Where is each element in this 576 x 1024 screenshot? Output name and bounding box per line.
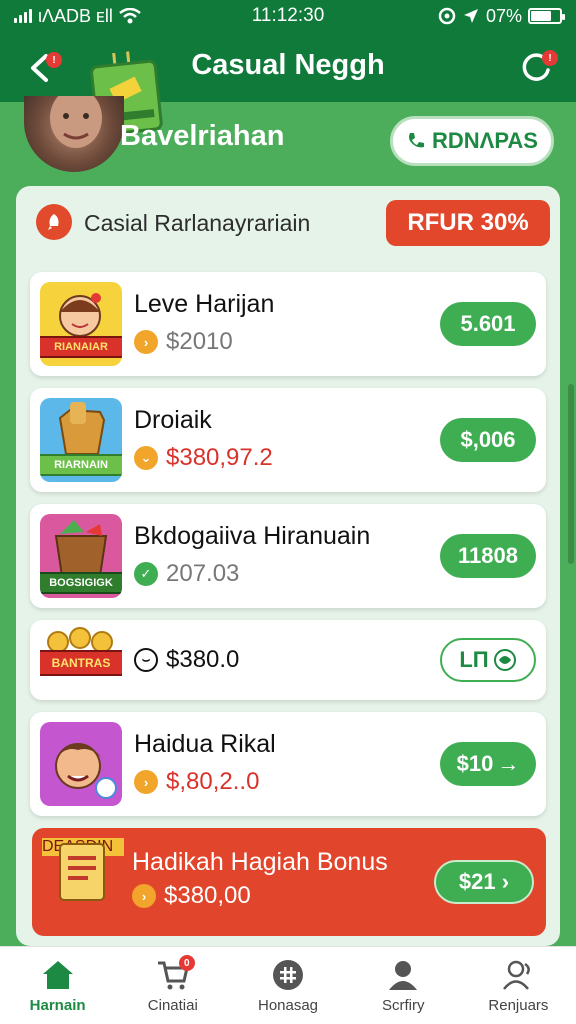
nav-item-home[interactable]: Harnain <box>0 947 115 1024</box>
list-item[interactable]: RIARNAIN Droiaik ⌄ $380,97.2 $,006 <box>30 388 546 492</box>
bonus-card[interactable]: DEASDIN Hadikah Hagiah Bonus › $380,00 $… <box>32 828 546 936</box>
list-item[interactable]: Haidua Rikal › $,80,2..0 $10 → <box>30 712 546 816</box>
nav-label: Cinatiai <box>147 997 198 1014</box>
battery-icon <box>528 8 565 24</box>
nav-label: Honasag <box>257 997 319 1014</box>
bonus-price-row: › $380,00 <box>132 882 251 910</box>
item-price-row: › $2010 <box>134 328 233 356</box>
item-action-button[interactable]: $,006 <box>440 418 536 462</box>
bottom-nav: Harnain 0 Cinatiai Honasag Scrfiry Renju… <box>0 946 576 1024</box>
bonus-action-button[interactable]: $21 › <box>434 860 534 904</box>
app-title: Casual Neggh <box>191 49 385 81</box>
status-bar: ιΛADB ᴇll 11:12:30 07% <box>0 0 576 32</box>
nav-item-cart[interactable]: 0 Cinatiai <box>115 947 230 1024</box>
item-action-label: LΠ <box>459 647 489 672</box>
item-thumbnail: BOGSIGIGK <box>40 514 122 598</box>
item-action-button[interactable]: 11808 <box>440 534 536 578</box>
profile-pill-button[interactable]: RDNΛPAS <box>390 116 554 166</box>
thumb-label: RIARNAIN <box>40 454 122 476</box>
location-icon <box>463 9 478 23</box>
coin-icon: › <box>132 884 156 908</box>
item-thumbnail: BANTRAS <box>40 624 122 696</box>
globe-icon <box>493 649 516 671</box>
panel-header: Casial Rarlanayrariain RFUR 30% <box>16 186 560 258</box>
phone-icon <box>409 133 425 148</box>
cart-icon: 0 <box>155 955 195 993</box>
scrollbar[interactable] <box>568 384 574 564</box>
item-price: $2010 <box>166 328 233 355</box>
chevron-right-icon: › <box>495 869 510 894</box>
item-price-row: ⌄ $380,97.2 <box>134 444 273 472</box>
coin-icon: › <box>134 330 158 354</box>
bonus-title: Hadikah Hagiah Bonus <box>132 848 388 876</box>
signal-icon <box>14 9 32 23</box>
item-price: $380,97.2 <box>166 444 273 471</box>
thumb-label: BOGSIGIGK <box>40 572 122 594</box>
item-price: 207.03 <box>166 560 240 587</box>
nav-label: Renjuars <box>488 997 549 1014</box>
thumb-label: BANTRAS <box>40 650 122 676</box>
panel-header-label: Casial Rarlanayrariain <box>84 210 311 236</box>
boy-face-icon <box>55 743 117 799</box>
clock-face-icon: ⌣ <box>134 648 158 672</box>
refresh-badge: ! <box>542 50 558 66</box>
check-icon: ✓ <box>134 562 158 586</box>
nav-item-grid[interactable]: Honasag <box>230 947 345 1024</box>
coin-icon: › <box>134 770 158 794</box>
item-price: $380.0 <box>166 646 240 673</box>
bonus-action-label: $21 <box>458 869 496 894</box>
bonus-thumbnail: DEASDIN <box>42 838 124 922</box>
sync-icon <box>438 7 456 25</box>
avatar-face-icon <box>50 96 102 148</box>
item-action-button[interactable]: $10 → <box>440 742 536 786</box>
scroll-icon <box>59 843 105 901</box>
item-thumbnail: RIARNAIN <box>40 398 122 482</box>
nav-label: Harnain <box>29 997 86 1014</box>
bonus-price: $380,00 <box>164 882 251 909</box>
item-thumbnail: RIANAIAR <box>40 282 122 366</box>
nav-label: Scrfiry <box>381 997 425 1014</box>
grid-icon <box>270 957 306 993</box>
username: Bavelriahan <box>120 120 285 152</box>
thumb-label: RIANAIAR <box>40 336 122 358</box>
item-title: Droiaik <box>134 406 212 434</box>
arrow-right-icon: → <box>497 751 520 776</box>
item-title: Bkdogaiiva Hiranuain <box>134 522 371 550</box>
avatar[interactable] <box>24 96 124 172</box>
app-bar: ! Casual Neggh ! <box>0 32 576 136</box>
item-price-row: ⌣ $380.0 <box>134 646 239 674</box>
person-icon <box>385 957 421 993</box>
item-title: Haidua Rikal <box>134 730 276 758</box>
item-action-label: $10 <box>456 751 494 776</box>
status-left: ιΛADB ᴇll <box>14 6 141 27</box>
nav-item-people[interactable]: Renjuars <box>461 947 576 1024</box>
battery-percent: 07% <box>485 5 522 26</box>
list-item[interactable]: BOGSIGIGK Bkdogaiiva Hiranuain ✓ 207.03 … <box>30 504 546 608</box>
list-item[interactable]: RIANAIAR Leve Harijan › $2010 5.601 <box>30 272 546 376</box>
status-right: 07% <box>438 5 565 27</box>
people-icon <box>500 957 536 993</box>
item-thumbnail <box>40 722 122 806</box>
item-title: Leve Harijan <box>134 290 275 318</box>
rocket-icon <box>36 204 72 240</box>
item-price-row: ✓ 207.03 <box>134 560 239 588</box>
profile-pill-label: RDNΛPAS <box>432 128 538 153</box>
home-icon <box>40 957 76 993</box>
coin-icon: ⌄ <box>134 446 158 470</box>
nav-item-person[interactable]: Scrfiry <box>346 947 461 1024</box>
list-item[interactable]: BANTRAS ⌣ $380.0 LΠ <box>30 620 546 700</box>
promo-button[interactable]: RFUR 30% <box>386 200 550 246</box>
refresh-button[interactable]: ! <box>514 46 558 90</box>
item-price-row: › $,80,2..0 <box>134 768 259 796</box>
item-action-button[interactable]: 5.601 <box>440 302 536 346</box>
item-action-button[interactable]: LΠ <box>440 638 536 682</box>
main-panel: Casial Rarlanayrariain RFUR 30% RIANAIAR… <box>16 186 560 946</box>
cart-badge: 0 <box>178 955 195 971</box>
carrier-text: ιΛADB ᴇll <box>38 5 113 26</box>
wifi-icon <box>119 8 141 24</box>
item-price: $,80,2..0 <box>166 768 260 795</box>
